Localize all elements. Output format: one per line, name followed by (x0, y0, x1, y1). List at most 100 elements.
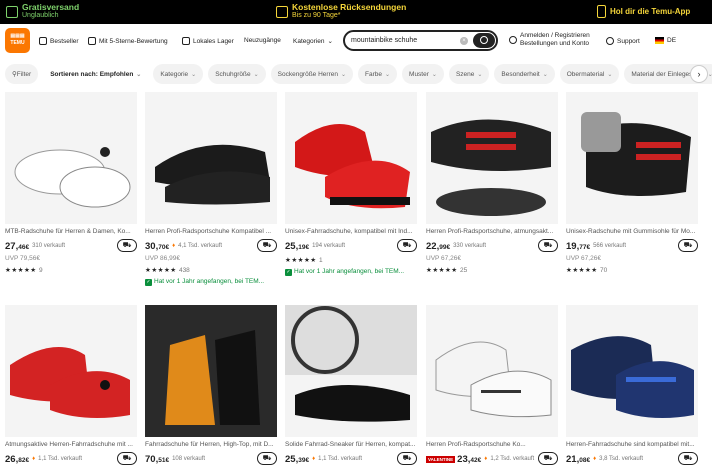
product-image[interactable] (566, 305, 698, 437)
product-price: 22,99€ (426, 240, 451, 252)
product-card[interactable]: MTB-Radschuhe für Herren & Damen, Ko... 2… (5, 92, 137, 275)
product-card[interactable]: Unisex-Radschuhe mit Gummisohle für Mo..… (566, 92, 698, 275)
product-image[interactable] (285, 305, 417, 437)
filter-scene[interactable]: Szene ⌄ (448, 64, 490, 84)
temu-logo[interactable]: ▤▤▤ TEMU (5, 28, 30, 53)
thumbs-up-icon (39, 37, 47, 45)
add-to-cart-button[interactable]: ⛟ (397, 452, 417, 465)
product-title[interactable]: Unisex-Radschuhe mit Gummisohle für Mo..… (566, 228, 698, 236)
filter-button[interactable]: ⚲ Filter (5, 64, 39, 84)
add-to-cart-button[interactable]: ⛟ (257, 239, 277, 252)
product-card[interactable]: Herren Profi-Radsportschuhe, atmungsakt.… (426, 92, 558, 275)
chevron-down-icon: ⌄ (340, 71, 347, 78)
product-image[interactable] (285, 92, 417, 224)
fire-icon: ♦ (312, 456, 316, 462)
search-input[interactable]: mountainbike schuhe (351, 37, 417, 44)
product-image[interactable] (5, 305, 137, 437)
rating-stars: ★★★★★ 9 (5, 267, 43, 274)
star-badge-icon (88, 37, 96, 45)
add-to-cart-button[interactable]: ⛟ (117, 239, 137, 252)
product-price: 23,42€ (457, 453, 482, 465)
review-count: 25 (459, 267, 468, 274)
account-menu[interactable]: Anmelden / Registrieren Bestellungen und … (509, 32, 590, 48)
product-card[interactable]: Herren-Fahrradschuhe sind kompatibel mit… (566, 305, 698, 466)
nav-categories[interactable]: Kategorien ⌄ (293, 37, 333, 46)
product-title[interactable]: Atmungsaktive Herren-Fahrradschuhe mit .… (5, 441, 137, 449)
add-to-cart-button[interactable]: ⛟ (678, 452, 698, 465)
nav-five-star[interactable]: Mit 5-Sterne-Bewertung (88, 37, 168, 45)
add-to-cart-button[interactable]: ⛟ (538, 239, 558, 252)
nav-new-arrivals[interactable]: Neuzugänge (244, 37, 281, 44)
nav-local-warehouse[interactable]: Lokales Lager (182, 37, 234, 45)
return-box-icon (276, 5, 288, 18)
product-title[interactable]: Herren Profi-Radsportschuhe Ko... (426, 441, 558, 449)
check-icon: ✓ (285, 269, 292, 276)
product-title[interactable]: Fahrradschuhe für Herren, High-Top, mit … (145, 441, 277, 449)
fire-icon: ♦ (32, 456, 36, 462)
nav-bestseller[interactable]: Bestseller (39, 37, 79, 45)
sold-count: 194 verkauft (312, 243, 346, 249)
add-to-cart-button[interactable]: ⛟ (397, 239, 417, 252)
filter-feature[interactable]: Besonderheit ⌄ (494, 64, 555, 84)
product-image[interactable] (5, 92, 137, 224)
warehouse-icon (182, 37, 190, 45)
filter-scroll-right-button[interactable]: › (690, 65, 708, 83)
language-selector[interactable]: DE (655, 37, 676, 44)
sold-count: 330 verkauft (453, 243, 487, 249)
cart-icon: ⛟ (402, 242, 412, 249)
review-count: 70 (599, 267, 608, 274)
product-card[interactable]: Herren Profi-Radsportschuhe Ko... VALENTI… (426, 305, 558, 466)
add-to-cart-button[interactable]: ⛟ (678, 239, 698, 252)
filter-upper-material[interactable]: Obermaterial ⌄ (559, 64, 620, 84)
headset-icon (606, 37, 614, 45)
filter-sock-size[interactable]: Sockengröße Herren ⌄ (270, 64, 354, 84)
review-count: 1 (318, 257, 323, 264)
product-card[interactable]: Atmungsaktive Herren-Fahrradschuhe mit .… (5, 305, 137, 466)
support-link[interactable]: Support (606, 37, 640, 45)
filter-color[interactable]: Farbe ⌄ (358, 64, 398, 84)
product-card[interactable]: Unisex-Fahrradschuhe, kompatibel mit Ind… (285, 92, 417, 277)
product-title[interactable]: Solide Fahrrad-Sneaker für Herren, kompa… (285, 441, 417, 449)
product-title[interactable]: Unisex-Fahrradschuhe, kompatibel mit Ind… (285, 228, 417, 236)
free-shipping-banner[interactable]: Gratisversand Unglaublich (6, 3, 79, 20)
add-to-cart-button[interactable]: ⛟ (538, 452, 558, 465)
fire-icon: ♦ (484, 456, 488, 462)
sold-count: 108 verkauft (172, 456, 206, 462)
product-price: 21,08€ (566, 453, 591, 465)
product-image[interactable] (566, 92, 698, 224)
free-returns-banner[interactable]: Kostenlose Rücksendungen Bis zu 90 Tage* (276, 3, 406, 20)
filter-bar: ⚲ Filter Sortieren nach: Empfohlen ⌄ Kate… (5, 64, 712, 84)
product-title[interactable]: Herren Profi-Radsportschuhe Kompatibel .… (145, 228, 277, 236)
sold-count: 4,1 Tsd. verkauft (178, 243, 223, 249)
sold-count: 566 verkauft (593, 243, 627, 249)
product-card[interactable]: Herren Profi-Radsportschuhe Kompatibel .… (145, 92, 277, 287)
filter-shoe-size[interactable]: Schuhgröße ⌄ (208, 64, 266, 84)
cart-icon: ⛟ (402, 455, 412, 462)
product-title[interactable]: MTB-Radschuhe für Herren & Damen, Ko... (5, 228, 137, 236)
rating-stars: ★★★★★ 70 (566, 267, 608, 274)
product-image[interactable] (426, 305, 558, 437)
product-card[interactable]: Solide Fahrrad-Sneaker für Herren, kompa… (285, 305, 417, 466)
add-to-cart-button[interactable]: ⛟ (117, 452, 137, 465)
clear-search-icon[interactable]: × (460, 37, 468, 45)
seller-badge: ✓ Hat vor 1 Jahr angefangen, bei TEM... (285, 268, 405, 276)
promo-flag: VALENTINE (426, 455, 456, 463)
app-banner[interactable]: Hol dir die Temu-App (597, 5, 690, 18)
product-price: 19,77€ (566, 240, 591, 252)
product-card[interactable]: Fahrradschuhe für Herren, High-Top, mit … (145, 305, 277, 466)
filter-pattern[interactable]: Muster ⌄ (402, 64, 444, 84)
add-to-cart-button[interactable]: ⛟ (257, 452, 277, 465)
product-title[interactable]: Herren Profi-Radsportschuhe, atmungsakt.… (426, 228, 558, 236)
product-image[interactable] (145, 92, 277, 224)
shipping-title: Gratisversand (22, 2, 80, 12)
search-button[interactable] (473, 33, 495, 48)
filter-category[interactable]: Kategorie ⌄ (153, 64, 204, 84)
sort-dropdown[interactable]: Sortieren nach: Empfohlen ⌄ (43, 64, 149, 84)
product-image[interactable] (426, 92, 558, 224)
product-image[interactable] (145, 305, 277, 437)
returns-sub: Bis zu 90 Tage* (292, 12, 341, 19)
product-title[interactable]: Herren-Fahrradschuhe sind kompatibel mit… (566, 441, 698, 449)
cart-icon: ⛟ (262, 455, 272, 462)
search-bar[interactable]: mountainbike schuhe × (343, 30, 498, 51)
uvp-price: UVP 79,56€ (5, 255, 40, 262)
